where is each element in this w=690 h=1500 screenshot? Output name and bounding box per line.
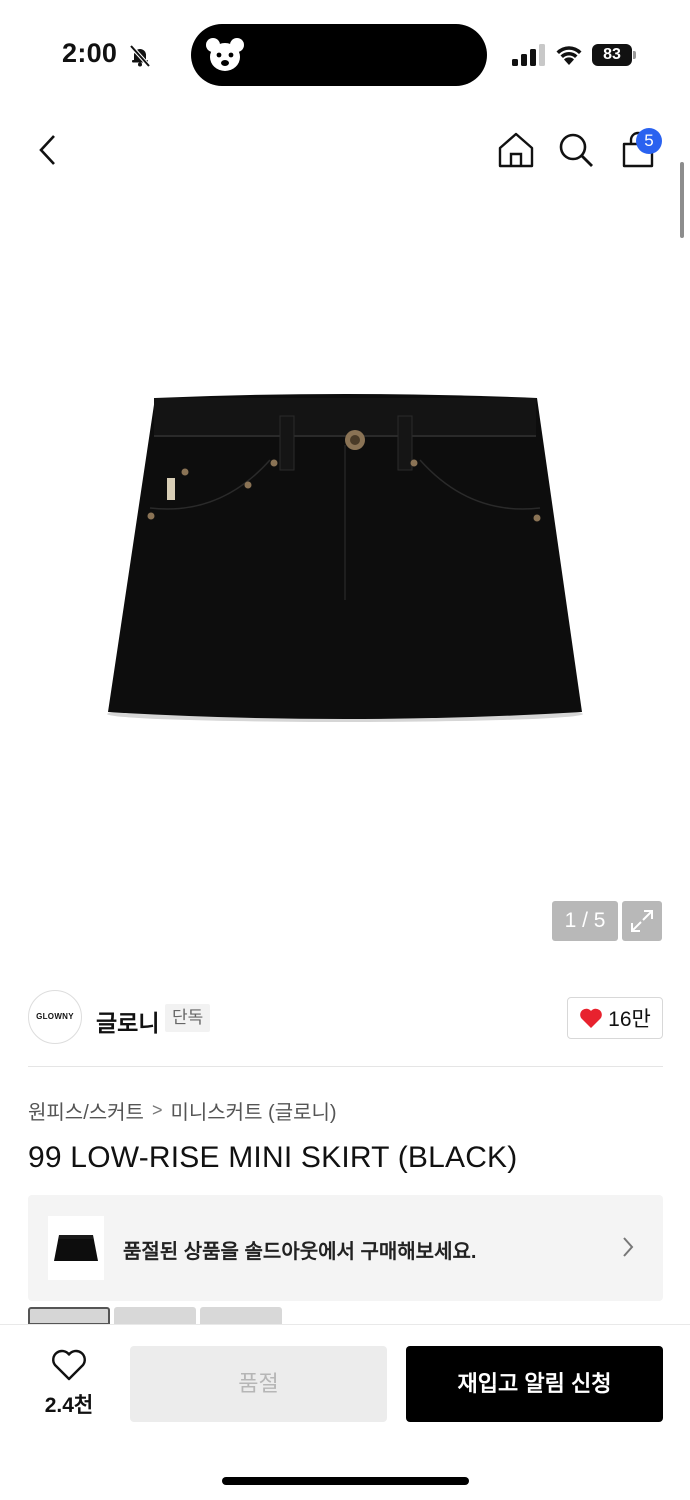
status-time: 2:00 (62, 38, 118, 68)
bottom-action-bar: 2.4천 품절 재입고 알림 신청 (0, 1324, 690, 1500)
search-button[interactable] (554, 128, 598, 172)
home-button[interactable] (494, 128, 538, 172)
brand-logo[interactable]: GLOWNY (28, 990, 82, 1044)
breadcrumb-category[interactable]: 원피스/스커트 (28, 1096, 144, 1125)
soldout-thumbnail (48, 1216, 104, 1280)
search-icon (559, 133, 593, 167)
breadcrumb: 원피스/스커트 > 미니스커트 (글로니) (28, 1096, 337, 1125)
option-tab[interactable] (114, 1307, 196, 1325)
option-tab[interactable] (200, 1307, 282, 1325)
wifi-icon (556, 46, 582, 65)
chevron-right-icon (623, 1237, 634, 1257)
soldout-banner-text: 품절된 상품을 솔드아웃에서 구매해보세요. (123, 1241, 477, 1263)
brand-row: GLOWNY 글로니 단독 16만 (0, 969, 690, 1067)
heart-outline-icon (52, 1349, 86, 1381)
skirt-thumbnail-icon (54, 1235, 98, 1261)
option-tab[interactable] (28, 1307, 110, 1325)
dynamic-island (191, 24, 487, 86)
brand-name[interactable]: 글로니 (96, 1004, 159, 1038)
bear-face-icon (206, 38, 244, 71)
battery-level: 83 (592, 44, 632, 66)
home-icon (498, 132, 534, 168)
back-button[interactable] (26, 128, 70, 172)
brand-like-count: 16만 (608, 1008, 651, 1031)
battery-icon: 83 (592, 44, 636, 66)
status-bar: 2:00 83 (0, 0, 690, 110)
cart-count-badge: 5 (636, 128, 662, 154)
expand-icon (631, 910, 653, 932)
divider (28, 1066, 663, 1067)
signal-icon (512, 44, 545, 66)
breadcrumb-separator: > (151, 1100, 163, 1120)
breadcrumb-subcategory[interactable]: 미니스커트 (글로니) (170, 1096, 336, 1125)
expand-button[interactable] (622, 901, 662, 941)
image-pager: 1 / 5 (552, 901, 618, 941)
product-title: 99 LOW-RISE MINI SKIRT (BLACK) (28, 1141, 518, 1174)
heart-filled-icon (580, 1008, 602, 1028)
exclusive-tag: 단독 (165, 1004, 211, 1032)
back-icon (39, 135, 55, 165)
home-indicator[interactable] (222, 1477, 469, 1485)
top-nav (0, 110, 690, 194)
option-tabs (28, 1307, 282, 1325)
soldout-button[interactable]: 품절 (130, 1346, 387, 1422)
brand-like-button[interactable]: 16만 (567, 997, 663, 1039)
product-image-skirt[interactable] (100, 390, 590, 730)
wishlist-count: 2.4천 (44, 1394, 94, 1417)
restock-alert-button[interactable]: 재입고 알림 신청 (406, 1346, 663, 1422)
battery-tip (633, 51, 636, 59)
wishlist-button[interactable]: 2.4천 (34, 1349, 104, 1417)
bell-off-icon (129, 44, 151, 68)
soldout-banner[interactable]: 품절된 상품을 솔드아웃에서 구매해보세요. (28, 1195, 663, 1301)
